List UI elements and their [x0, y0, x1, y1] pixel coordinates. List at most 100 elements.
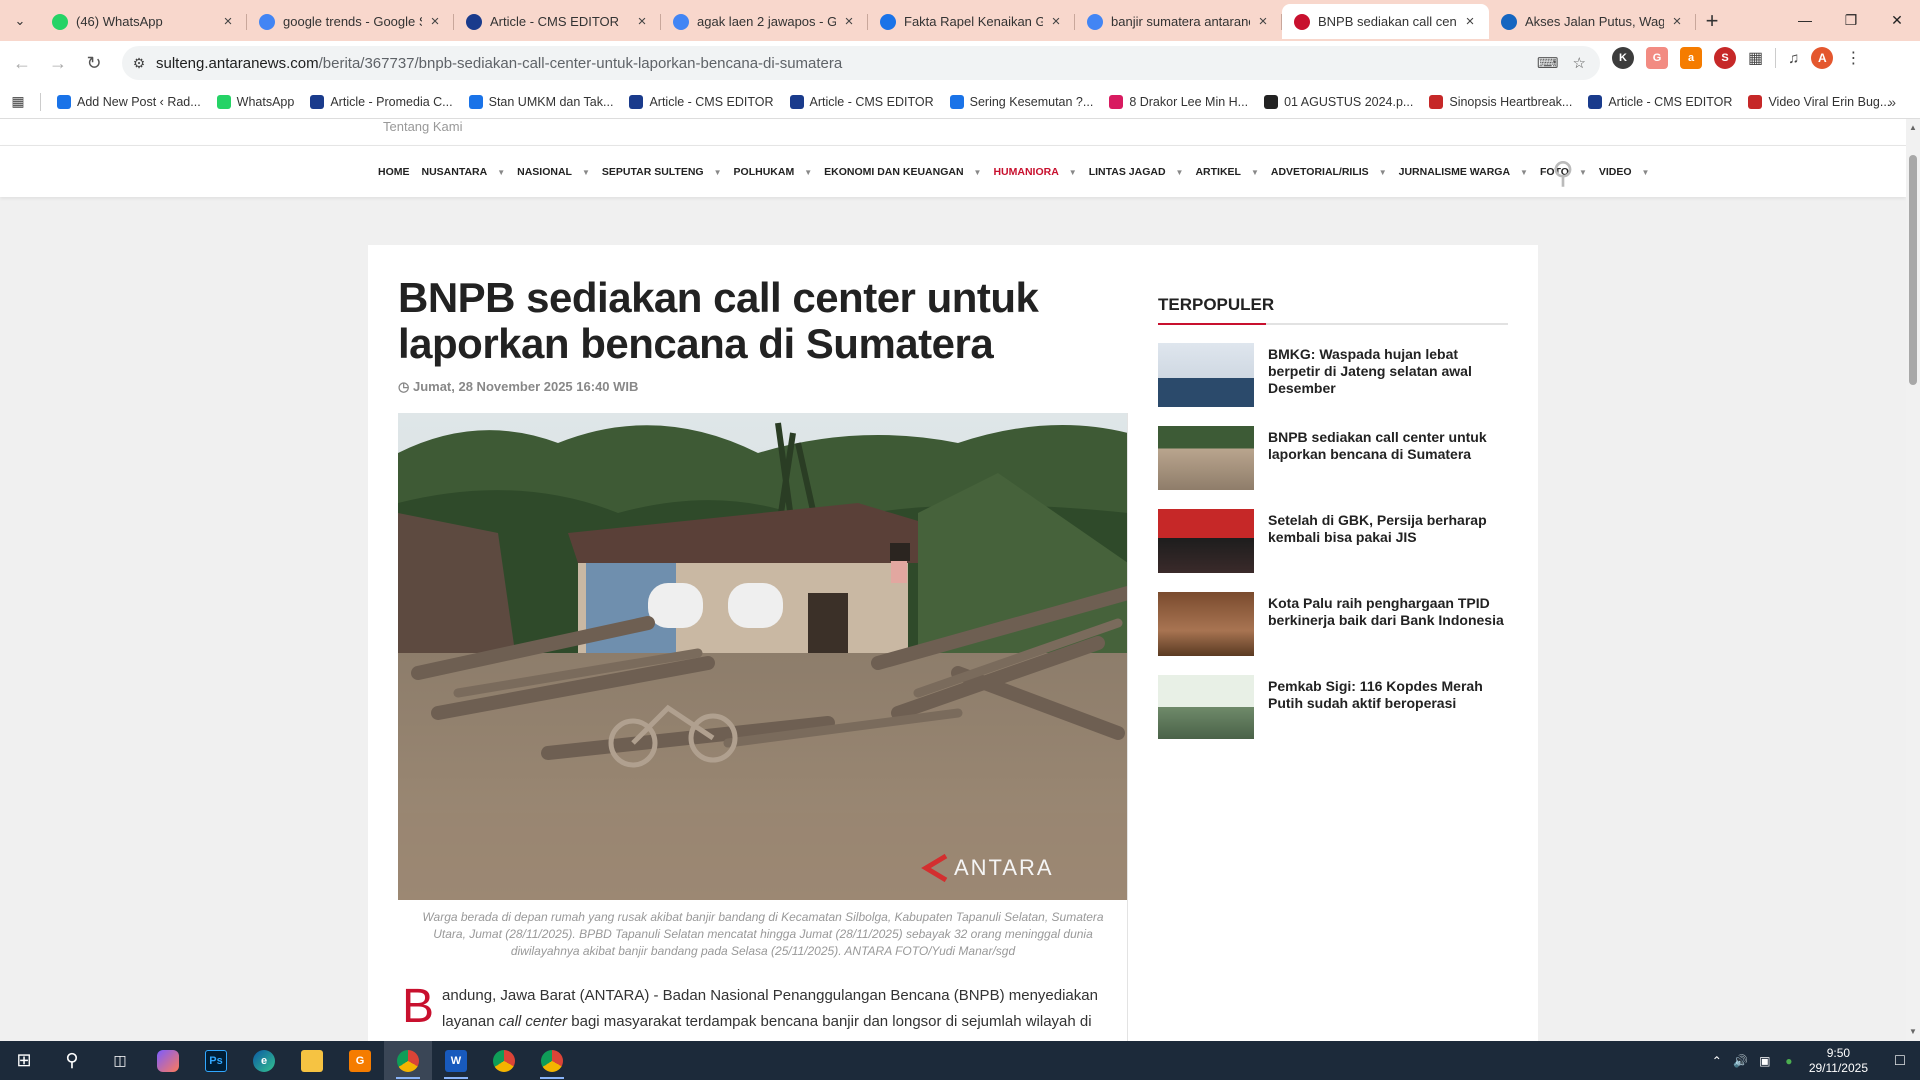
close-tab-icon[interactable]: ×	[1461, 13, 1479, 30]
popular-item-title[interactable]: BMKG: Waspada hujan lebat berpetir di Ja…	[1268, 346, 1508, 408]
taskbar-search-button[interactable]: ⚲	[48, 1041, 96, 1080]
popular-thumbnail[interactable]	[1158, 509, 1254, 573]
popular-item[interactable]: Setelah di GBK, Persija berharap kembali…	[1158, 509, 1508, 574]
back-button[interactable]: ←	[4, 45, 40, 81]
taskbar-chrome-2[interactable]	[480, 1041, 528, 1080]
extensions-puzzle-icon[interactable]: ▦	[1748, 48, 1763, 68]
taskbar-word[interactable]: W	[432, 1041, 480, 1080]
popular-item[interactable]: Pemkab Sigi: 116 Kopdes Merah Putih suda…	[1158, 675, 1508, 740]
browser-tab[interactable]: agak laen 2 jawapos - Goo ×	[661, 4, 868, 39]
site-nav-item[interactable]: HUMANIORA ▼	[987, 166, 1082, 178]
popular-thumbnail[interactable]	[1158, 426, 1254, 490]
notification-center-icon[interactable]: □	[1880, 1052, 1920, 1070]
site-nav-item[interactable]: NUSANTARA ▼	[416, 166, 512, 178]
bookmark-item[interactable]: Add New Post ‹ Rad...	[49, 88, 209, 116]
taskbar-app-orange[interactable]: G	[336, 1041, 384, 1080]
taskbar-photoshop[interactable]: Ps	[192, 1041, 240, 1080]
taskbar-edge[interactable]: e	[240, 1041, 288, 1080]
page-scrollbar[interactable]: ▲ ▼	[1906, 119, 1920, 1041]
bookmark-item[interactable]: Article - Promedia C...	[302, 88, 460, 116]
bookmark-item[interactable]: Article - CMS EDITOR	[1580, 88, 1740, 116]
popular-thumbnail[interactable]	[1158, 592, 1254, 656]
close-tab-icon[interactable]: ×	[633, 13, 651, 30]
taskbar-chrome-active[interactable]	[384, 1041, 432, 1080]
site-nav-item[interactable]: ARTIKEL ▼	[1189, 166, 1264, 178]
bookmark-item[interactable]: WhatsApp	[209, 88, 303, 116]
bookmark-item[interactable]: Article - CMS EDITOR	[782, 88, 942, 116]
browser-tab[interactable]: Article - CMS EDITOR ×	[454, 4, 661, 39]
address-bar[interactable]: ⚙ sulteng.antaranews.com/berita/367737/b…	[122, 46, 1600, 80]
close-tab-icon[interactable]: ×	[219, 13, 237, 30]
popular-item-title[interactable]: Pemkab Sigi: 116 Kopdes Merah Putih suda…	[1268, 678, 1508, 740]
extension-red-icon[interactable]: S	[1714, 47, 1736, 69]
site-nav-item[interactable]: VIDEO ▼	[1593, 166, 1656, 178]
bookmark-item[interactable]: Stan UMKM dan Tak...	[461, 88, 622, 116]
extension-k-icon[interactable]: K	[1612, 47, 1634, 69]
system-clock[interactable]: 9:50 29/11/2025	[1809, 1046, 1868, 1076]
network-icon[interactable]: ▣	[1753, 1054, 1777, 1068]
browser-tab[interactable]: Fakta Rapel Kenaikan Gaji ×	[868, 4, 1075, 39]
close-tab-icon[interactable]: ×	[1047, 13, 1065, 30]
extension-pink-icon[interactable]: G	[1646, 47, 1668, 69]
site-info-icon[interactable]: ⚙	[122, 55, 156, 72]
site-nav-item[interactable]: LINTAS JAGAD ▼	[1083, 166, 1190, 178]
bookmark-item[interactable]: Sering Kesemutan ?...	[942, 88, 1102, 116]
translate-icon[interactable]: ⌨	[1537, 54, 1559, 72]
scroll-up-icon[interactable]: ▲	[1906, 121, 1920, 135]
close-tab-icon[interactable]: ×	[1668, 13, 1686, 30]
popular-item[interactable]: Kota Palu raih penghargaan TPID berkiner…	[1158, 592, 1508, 657]
scrollbar-thumb[interactable]	[1909, 155, 1917, 385]
restore-button[interactable]: ❐	[1828, 0, 1874, 40]
site-nav-item[interactable]: HOME	[372, 166, 416, 178]
taskbar-chrome-3[interactable]	[528, 1041, 576, 1080]
bookmark-item[interactable]: Sinopsis Heartbreak...	[1421, 88, 1580, 116]
apps-grid-icon[interactable]: ▦	[0, 93, 36, 110]
tab-search-button[interactable]: ⌄	[0, 0, 40, 41]
scroll-down-icon[interactable]: ▼	[1906, 1025, 1920, 1039]
profile-avatar[interactable]: A	[1811, 47, 1834, 69]
security-shield-icon[interactable]: ●	[1777, 1054, 1801, 1068]
close-tab-icon[interactable]: ×	[1254, 13, 1272, 30]
site-nav-item[interactable]: NASIONAL ▼	[511, 166, 596, 178]
bookmark-item[interactable]: 8 Drakor Lee Min H...	[1101, 88, 1256, 116]
browser-tab[interactable]: BNPB sediakan call center ×	[1282, 4, 1489, 39]
site-nav-item[interactable]: POLHUKAM ▼	[728, 166, 819, 178]
search-icon[interactable]: ⚲	[1552, 156, 1574, 191]
tray-chevron-up-icon[interactable]: ⌃	[1705, 1054, 1729, 1068]
popular-item-title[interactable]: BNPB sediakan call center untuk laporkan…	[1268, 429, 1508, 491]
site-nav-item[interactable]: EKONOMI DAN KEUANGAN ▼	[818, 166, 987, 178]
popular-item[interactable]: BMKG: Waspada hujan lebat berpetir di Ja…	[1158, 343, 1508, 408]
article-photo[interactable]: ANTARA	[398, 413, 1128, 900]
browser-tab[interactable]: banjir sumatera antaranew ×	[1075, 4, 1282, 39]
popular-item[interactable]: BNPB sediakan call center untuk laporkan…	[1158, 426, 1508, 491]
site-nav-item[interactable]: JURNALISME WARGA ▼	[1393, 166, 1534, 178]
close-window-button[interactable]: ✕	[1874, 0, 1920, 40]
bookmark-item[interactable]: Article - CMS EDITOR	[621, 88, 781, 116]
tentang-kami-link[interactable]: Tentang Kami	[383, 119, 463, 134]
site-nav-item[interactable]: ADVETORIAL/RILIS ▼	[1265, 166, 1393, 178]
task-view-button[interactable]: ◫	[96, 1041, 144, 1080]
bookmark-item[interactable]: Video Viral Erin Bug...	[1740, 88, 1898, 116]
browser-tab[interactable]: google trends - Google Se ×	[247, 4, 454, 39]
browser-tab[interactable]: Akses Jalan Putus, Wagub ×	[1489, 4, 1696, 39]
site-nav-item[interactable]: SEPUTAR SULTENG ▼	[596, 166, 728, 178]
popular-item-title[interactable]: Setelah di GBK, Persija berharap kembali…	[1268, 512, 1508, 574]
taskbar-copilot[interactable]	[144, 1041, 192, 1080]
taskbar-file-explorer[interactable]	[288, 1041, 336, 1080]
close-tab-icon[interactable]: ×	[426, 13, 444, 30]
close-tab-icon[interactable]: ×	[840, 13, 858, 30]
reload-button[interactable]: ↻	[76, 45, 112, 81]
start-button[interactable]: ⊞	[0, 1041, 48, 1080]
media-control-icon[interactable]: ♫	[1788, 50, 1799, 67]
popular-item-title[interactable]: Kota Palu raih penghargaan TPID berkiner…	[1268, 595, 1508, 657]
bookmark-star-icon[interactable]: ☆	[1573, 54, 1586, 72]
menu-kebab-icon[interactable]: ⋮	[1845, 48, 1861, 68]
popular-thumbnail[interactable]	[1158, 675, 1254, 739]
bookmarks-overflow-icon[interactable]: »	[1888, 94, 1896, 110]
volume-icon[interactable]: 🔊	[1729, 1054, 1753, 1068]
forward-button[interactable]: →	[40, 45, 76, 81]
bookmark-item[interactable]: 01 AGUSTUS 2024.p...	[1256, 88, 1421, 116]
browser-tab[interactable]: (46) WhatsApp ×	[40, 4, 247, 39]
extension-a-icon[interactable]: a	[1680, 47, 1702, 69]
popular-thumbnail[interactable]	[1158, 343, 1254, 407]
